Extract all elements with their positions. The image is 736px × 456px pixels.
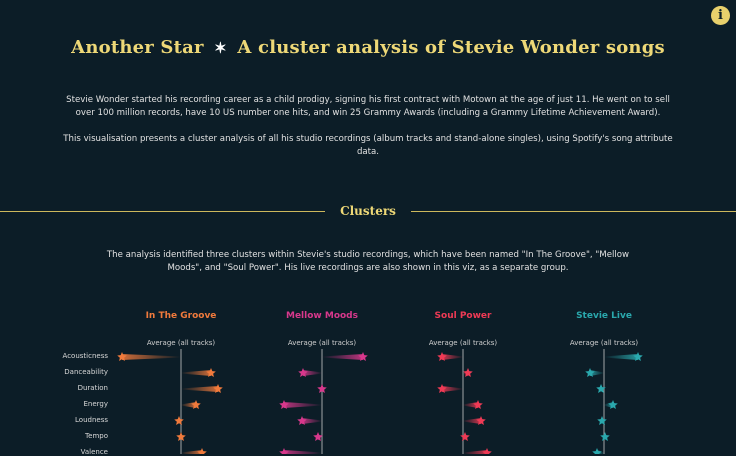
deviation-tail [442,386,463,392]
deviation-tail [122,354,181,360]
deviation-tail [604,354,638,360]
deviation-tail [322,354,363,360]
cluster-chart [117,349,643,454]
cluster-star-marker[interactable] [600,432,610,442]
deviation-tail [181,370,211,376]
deviation-tail [442,354,463,360]
deviation-tail [181,386,218,392]
deviation-tail [302,418,322,424]
cluster-star-marker[interactable] [460,432,470,442]
cluster-star-marker[interactable] [597,416,607,426]
deviation-tail [284,402,322,408]
cluster-star-marker[interactable] [174,416,184,426]
deviation-tail [284,450,322,454]
